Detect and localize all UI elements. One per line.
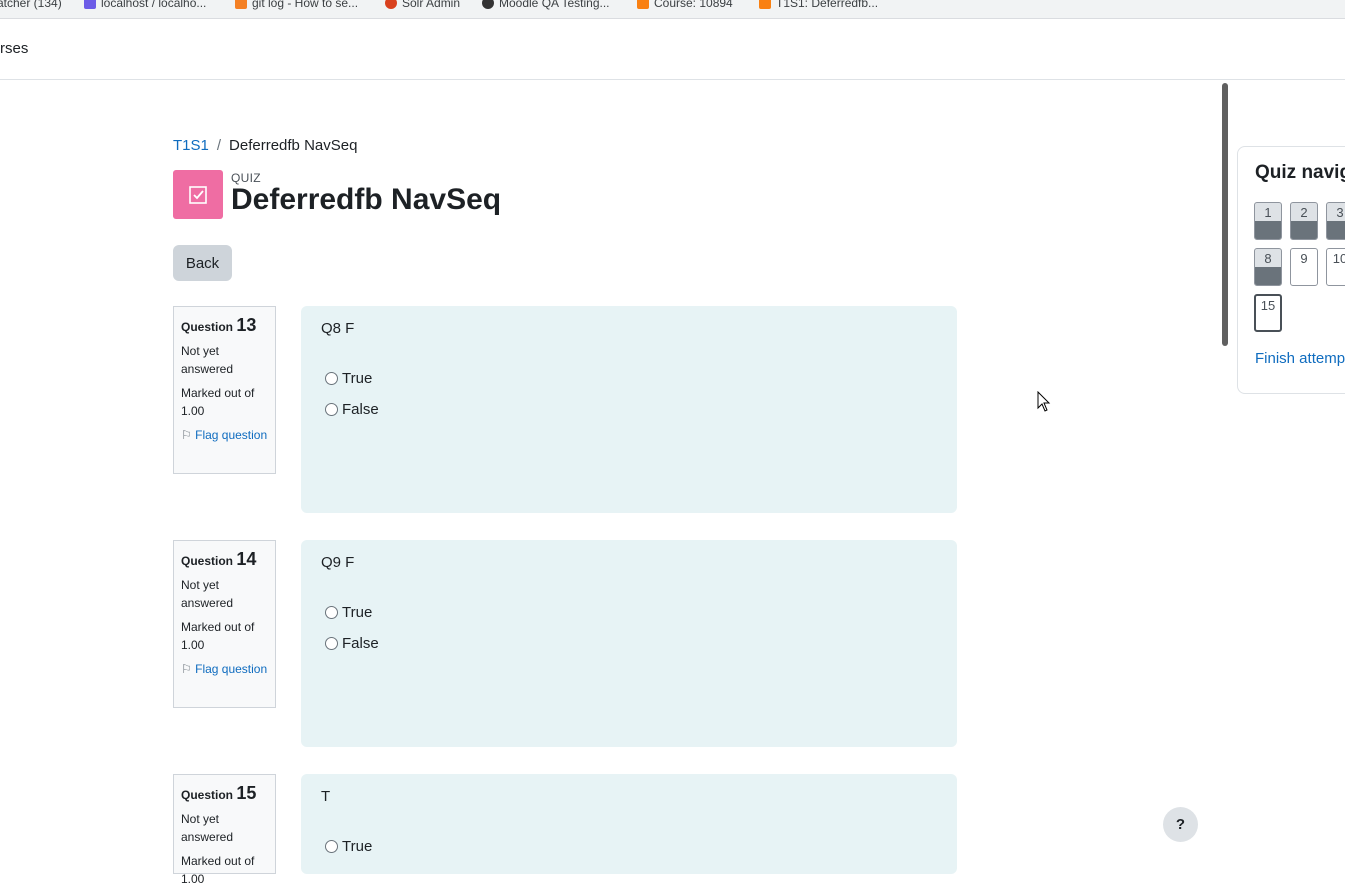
question-grade: Marked out of 1.00: [181, 854, 255, 886]
question-label: Question: [181, 554, 234, 568]
question-state: Not yet answered: [181, 812, 234, 844]
answer-label: False: [342, 635, 379, 652]
help-button[interactable]: ?: [1163, 807, 1198, 842]
bookmark-label: Moodle QA Testing...: [499, 0, 610, 10]
breadcrumb-current: Deferredfb NavSeq: [229, 137, 358, 154]
moodle-icon: [637, 0, 649, 9]
bookmark-item[interactable]: Course: 10894: [637, 0, 733, 11]
question-number: 14: [236, 549, 257, 569]
quiz-nav-button[interactable]: 2: [1290, 202, 1318, 240]
globe-icon: [482, 0, 494, 9]
answer-label: True: [342, 838, 373, 855]
question-content: T True: [301, 774, 957, 874]
quiz-navigation-title: Quiz navig: [1255, 162, 1345, 183]
bookmark-label: Solr Admin: [402, 0, 461, 10]
question-number: 13: [236, 315, 257, 335]
breadcrumb-separator: /: [216, 137, 222, 154]
question-grade: Marked out of 1.00: [181, 386, 255, 418]
breadcrumb: T1S1 / Deferredfb NavSeq: [173, 137, 357, 154]
top-navbar: rses: [0, 19, 1345, 80]
quiz-nav-button[interactable]: 8: [1254, 248, 1282, 286]
bookmark-label: localhost / localho...: [101, 0, 207, 10]
quiz-icon: [173, 170, 223, 219]
question-state: Not yet answered: [181, 344, 234, 376]
question-info: Question 13 Not yet answered Marked out …: [173, 306, 276, 474]
flag-question-label: Flag question: [195, 428, 268, 442]
answer-option[interactable]: True: [325, 838, 372, 855]
flag-icon: ⚐: [181, 662, 192, 676]
mouse-cursor-icon: [1037, 391, 1051, 412]
question-label: Question: [181, 788, 234, 802]
quiz-nav-button-number: 1: [1264, 205, 1272, 220]
finish-attempt-link[interactable]: Finish attemp: [1255, 350, 1345, 367]
radio-button[interactable]: [325, 606, 338, 619]
quiz-nav-button[interactable]: 3: [1326, 202, 1345, 240]
bookmark-item[interactable]: Solr Admin: [385, 0, 460, 11]
question-info: Question 15 Not yet answered Marked out …: [173, 774, 276, 886]
scrollbar-thumb[interactable]: [1222, 83, 1228, 346]
answer-option[interactable]: True: [325, 604, 372, 621]
bookmark-item[interactable]: T1S1: Deferredfb...: [759, 0, 878, 11]
page-title: Deferredfb NavSeq: [231, 183, 502, 216]
question-number: 15: [236, 783, 257, 803]
quiz-nav-button-number: 15: [1260, 298, 1276, 313]
quiz-nav-button[interactable]: 10: [1326, 248, 1345, 286]
bookmark-label: T1S1: Deferredfb...: [776, 0, 879, 10]
question-text: T: [321, 788, 331, 805]
quiz-nav-button-number: 10: [1332, 251, 1345, 266]
moodle-icon: [759, 0, 771, 9]
bookmark-label: atcher (134): [0, 0, 62, 10]
bookmark-label: git log - How to se...: [252, 0, 359, 10]
quiz-nav-button-number: 9: [1300, 251, 1308, 266]
back-button[interactable]: Back: [173, 245, 232, 281]
question-state: Not yet answered: [181, 578, 234, 610]
flag-question-link[interactable]: ⚐ Flag question: [181, 660, 268, 678]
answer-option[interactable]: True: [325, 370, 372, 387]
flag-question-label: Flag question: [195, 662, 268, 676]
bookmarks-bar: atcher (134) localhost / localho... git …: [0, 0, 1345, 19]
question-content: Q8 F True False: [301, 306, 957, 513]
quiz-nav-button-current[interactable]: 15: [1254, 294, 1282, 332]
quiz-navigation-block: Quiz navig 1 2 3 8 9 10 15 Finish attemp: [1237, 146, 1345, 394]
quiz-nav-button[interactable]: 9: [1290, 248, 1318, 286]
breadcrumb-course-link[interactable]: T1S1: [173, 137, 209, 154]
answer-option[interactable]: False: [325, 401, 379, 418]
phpmyadmin-icon: [84, 0, 96, 9]
quiz-nav-button[interactable]: 1: [1254, 202, 1282, 240]
answer-label: False: [342, 401, 379, 418]
question-text: Q8 F: [321, 320, 355, 337]
bookmark-label: Course: 10894: [654, 0, 733, 10]
radio-button[interactable]: [325, 637, 338, 650]
flag-question-link[interactable]: ⚐ Flag question: [181, 426, 268, 444]
answer-label: True: [342, 604, 373, 621]
bookmark-item[interactable]: localhost / localho...: [84, 0, 206, 11]
answer-option[interactable]: False: [325, 635, 379, 652]
radio-button[interactable]: [325, 372, 338, 385]
question-content: Q9 F True False: [301, 540, 957, 747]
flag-icon: ⚐: [181, 428, 192, 442]
bookmark-item[interactable]: git log - How to se...: [235, 0, 358, 11]
quiz-nav-button-number: 8: [1264, 251, 1272, 266]
stackoverflow-icon: [235, 0, 247, 9]
radio-button[interactable]: [325, 403, 338, 416]
solr-icon: [385, 0, 397, 9]
question-grade: Marked out of 1.00: [181, 620, 255, 652]
question-label: Question: [181, 320, 234, 334]
bookmark-item[interactable]: Moodle QA Testing...: [482, 0, 610, 11]
answer-label: True: [342, 370, 373, 387]
quiz-nav-button-number: 2: [1300, 205, 1308, 220]
radio-button[interactable]: [325, 840, 338, 853]
question-text: Q9 F: [321, 554, 355, 571]
bookmark-item[interactable]: atcher (134): [0, 0, 62, 11]
nav-my-courses[interactable]: rses: [0, 40, 28, 57]
question-info: Question 14 Not yet answered Marked out …: [173, 540, 276, 708]
quiz-nav-button-number: 3: [1336, 205, 1344, 220]
